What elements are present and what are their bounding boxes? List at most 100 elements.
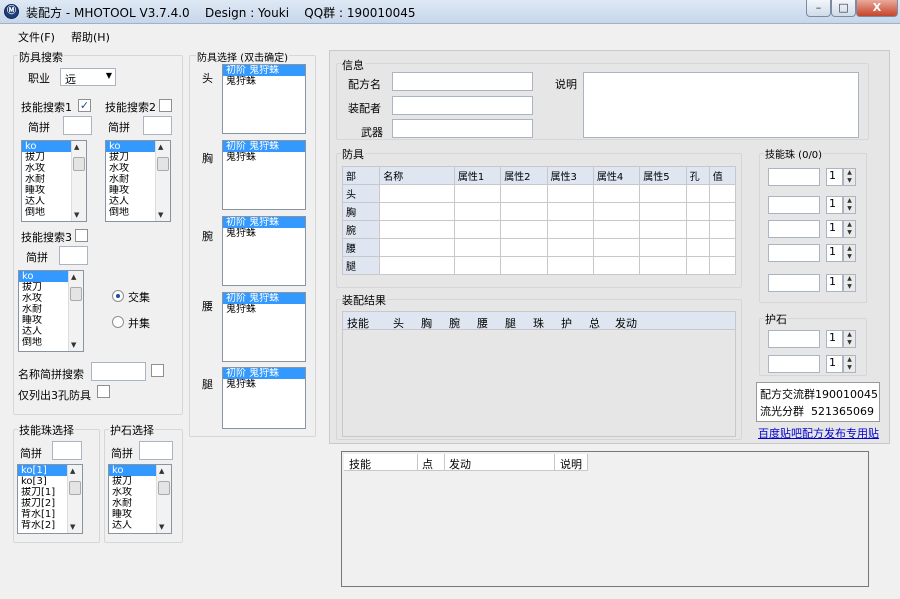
table-row[interactable]: 腕	[341, 220, 737, 239]
row-header: 腿	[341, 256, 381, 275]
stone-filter-input[interactable]	[139, 441, 173, 460]
author-input[interactable]	[392, 96, 533, 115]
only-3slot-checkbox[interactable]	[97, 385, 110, 398]
result-table[interactable]: 技能 头 胸 腕 腰 腿 珠 护 总 发动	[342, 311, 736, 437]
skill-search2-checkbox[interactable]	[159, 99, 172, 112]
list-item[interactable]: 鬼狩蛛	[223, 152, 305, 163]
minimize-button[interactable]: –	[806, 0, 831, 17]
list-item[interactable]: 初阶 鬼狩蛛	[223, 141, 305, 152]
jewel-slot-input[interactable]	[768, 244, 820, 262]
part-label-arms: 腕	[202, 230, 213, 243]
jewel-qty[interactable]: 1	[826, 196, 843, 214]
jewel-slot-input[interactable]	[768, 168, 820, 186]
col-header: 属性5	[639, 166, 687, 185]
jewel-qty[interactable]: 1	[826, 220, 843, 238]
part-label-waist: 腰	[202, 300, 213, 313]
stone-qty[interactable]: 1	[826, 330, 843, 348]
jewel-list[interactable]: ko[1] ko[3] 拔刀[1] 拔刀[2] 背水[1] 背水[2] ▲ ▼	[17, 464, 83, 534]
jewel-qty[interactable]: 1	[826, 168, 843, 186]
skill1-filter-input[interactable]	[63, 116, 92, 135]
result-title: 装配结果	[341, 292, 387, 308]
skill-search1-checkbox[interactable]: ✓	[78, 99, 91, 112]
job-select[interactable]: 远 ▼	[60, 68, 116, 86]
scrollbar[interactable]: ▲ ▼	[68, 271, 83, 351]
list-item[interactable]: 鬼狩蛛	[223, 304, 305, 315]
jewel-qty[interactable]: 1	[826, 274, 843, 292]
stones-title: 护石	[764, 311, 788, 327]
table-row[interactable]: 腰	[341, 238, 737, 257]
stone-list[interactable]: ko 拔刀 水攻 水耐 睡攻 达人 ▲ ▼	[108, 464, 172, 534]
menu-help[interactable]: 帮助(H)	[71, 29, 110, 45]
stone-qty[interactable]: 1	[826, 355, 843, 373]
groups-info-box: 配方交流群190010045 流光分群 521365069	[756, 382, 880, 422]
spinner-icon[interactable]: ▲ ▼	[843, 330, 856, 348]
jewels-title: 技能珠 (0/0)	[764, 146, 824, 161]
armor-list-arms[interactable]: 初阶 鬼狩蛛 鬼狩蛛	[222, 216, 306, 286]
skill-search2-label: 技能搜索2	[105, 101, 156, 114]
col-header: 腰	[477, 317, 488, 330]
spinner-icon[interactable]: ▲ ▼	[843, 220, 856, 238]
jewel-slot-input[interactable]	[768, 196, 820, 214]
scrollbar[interactable]: ▲ ▼	[155, 141, 170, 221]
scrollbar[interactable]: ▲ ▼	[156, 465, 171, 533]
maximize-button[interactable]: □	[831, 0, 856, 17]
table-row[interactable]: 头	[341, 184, 737, 203]
list-item[interactable]: 鬼狩蛛	[223, 228, 305, 239]
jewel-filter-label: 简拼	[20, 447, 42, 460]
list-item[interactable]: 初阶 鬼狩蛛	[223, 217, 305, 228]
description-label: 说明	[555, 78, 577, 91]
skill3-filter-input[interactable]	[59, 246, 88, 265]
spinner-icon[interactable]: ▲ ▼	[843, 244, 856, 262]
spinner-icon[interactable]: ▲ ▼	[843, 168, 856, 186]
scrollbar[interactable]: ▲ ▼	[67, 465, 82, 533]
union-radio[interactable]	[112, 316, 124, 328]
stone-select-title: 护石选择	[109, 422, 155, 438]
armor-list-legs[interactable]: 初阶 鬼狩蛛 鬼狩蛛	[222, 367, 306, 429]
skill2-list[interactable]: ko 拔刀 水攻 水耐 睡攻 达人 倒地 ▲ ▼	[105, 140, 171, 222]
skill-search3-checkbox[interactable]	[75, 229, 88, 242]
close-button[interactable]: X	[856, 0, 898, 17]
skill2-filter-label: 简拼	[108, 121, 130, 134]
list-item[interactable]: 鬼狩蛛	[223, 379, 305, 390]
col-header: 头	[393, 317, 404, 330]
armor-table[interactable]: 部 名称 属性1 属性2 属性3 属性4 属性5 孔 值 头 胸 腕 腰 腿	[341, 166, 737, 275]
jewel-slot-input[interactable]	[768, 274, 820, 292]
tieba-link[interactable]: 百度贴吧配方发布专用贴	[758, 425, 879, 441]
jewel-qty[interactable]: 1	[826, 244, 843, 262]
spinner-icon[interactable]: ▲ ▼	[843, 355, 856, 373]
list-item[interactable]: 初阶 鬼狩蛛	[223, 368, 305, 379]
spinner-icon[interactable]: ▲ ▼	[843, 274, 856, 292]
col-header: 技能	[347, 317, 369, 330]
stone-slot-input[interactable]	[768, 355, 820, 373]
table-row[interactable]: 胸	[341, 202, 737, 221]
table-row[interactable]: 腿	[341, 256, 737, 275]
skill3-list[interactable]: ko 拔刀 水攻 水耐 睡攻 达人 倒地 ▲ ▼	[18, 270, 84, 352]
list-item[interactable]: 初阶 鬼狩蛛	[223, 293, 305, 304]
menu-file[interactable]: 文件(F)	[18, 29, 55, 45]
description-textarea[interactable]	[583, 72, 859, 138]
list-item[interactable]: 鬼狩蛛	[223, 76, 305, 87]
jewel-select-title: 技能珠选择	[18, 422, 75, 438]
spinner-icon[interactable]: ▲ ▼	[843, 196, 856, 214]
weapon-label: 武器	[361, 126, 383, 139]
col-header: 腕	[449, 317, 460, 330]
name-search-input[interactable]	[91, 362, 146, 381]
col-header: 属性3	[546, 166, 594, 185]
scrollbar[interactable]: ▲ ▼	[71, 141, 86, 221]
skill2-filter-input[interactable]	[143, 116, 172, 135]
armor-table-title: 防具	[341, 146, 365, 162]
skill1-list[interactable]: ko 拔刀 水攻 水耐 睡攻 达人 倒地 ▲ ▼	[21, 140, 87, 222]
armor-list-head[interactable]: 初阶 鬼狩蛛 鬼狩蛛	[222, 64, 306, 134]
armor-list-waist[interactable]: 初阶 鬼狩蛛 鬼狩蛛	[222, 292, 306, 362]
armor-list-chest[interactable]: 初阶 鬼狩蛛 鬼狩蛛	[222, 140, 306, 210]
jewel-filter-input[interactable]	[52, 441, 82, 460]
jewel-slot-input[interactable]	[768, 220, 820, 238]
weapon-input[interactable]	[392, 119, 533, 138]
name-search-checkbox[interactable]	[151, 364, 164, 377]
stone-slot-input[interactable]	[768, 330, 820, 348]
author-label: 装配者	[348, 102, 381, 115]
skill-detail-table[interactable]: 技能 点 发动 说明	[341, 451, 869, 587]
list-item[interactable]: 初阶 鬼狩蛛	[223, 65, 305, 76]
recipe-name-input[interactable]	[392, 72, 533, 91]
intersect-radio[interactable]	[112, 290, 124, 302]
